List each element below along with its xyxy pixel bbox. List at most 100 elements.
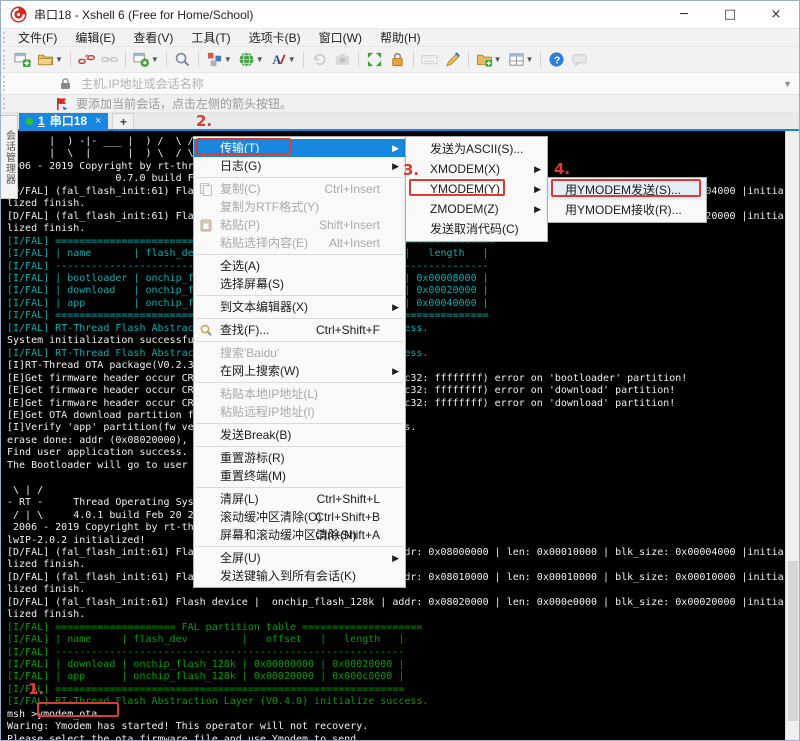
open-folder-icon[interactable]: ▼ [35, 49, 65, 70]
chevron-down-icon[interactable]: ▼ [526, 55, 534, 64]
paste-icon [199, 218, 213, 232]
flag-icon [55, 97, 69, 111]
context-menu-item-24[interactable]: 重置终端(M) [194, 467, 405, 485]
chevron-down-icon[interactable]: ▼ [494, 55, 502, 64]
step-3-label: 3. [403, 161, 419, 179]
menubar-item-0[interactable]: 文件(F) [9, 29, 66, 46]
terminal-line: [I/FAL] | app | onchip_flash_128k | 0x00… [7, 671, 785, 683]
compose-icon[interactable]: ▼ [204, 49, 234, 70]
terminal-line: msh >ymodem_ota [7, 709, 785, 721]
lock-icon [59, 77, 72, 90]
highlight-icon[interactable] [442, 49, 463, 70]
toolbar-separator [70, 51, 71, 68]
menu-item-label: 发送Break(B) [220, 428, 291, 442]
context-menu-item-4: 复制为RTF格式(Y) [194, 198, 405, 216]
new-session-icon[interactable] [12, 49, 33, 70]
title-bar: 串口18 - Xshell 6 (Free for Home/School) ─… [1, 1, 799, 29]
font-icon[interactable]: A▼ [268, 49, 298, 70]
chevron-down-icon[interactable]: ▼ [783, 79, 792, 89]
menu-item-label: 日志(G) [220, 159, 261, 173]
menu-bar: 文件(F)编辑(E)查看(V)工具(T)选项卡(B)窗口(W)帮助(H) [1, 29, 799, 47]
new-tab-button[interactable]: + [112, 113, 134, 129]
tab-close-icon[interactable]: × [95, 115, 101, 127]
toolbar-separator [540, 51, 541, 68]
step-1-label: 1. [28, 680, 44, 698]
highlight-box-command [37, 702, 119, 717]
context-menu-item-28[interactable]: 屏幕和滚动缓冲区清除(N)Ctrl+Shift+A [194, 526, 405, 544]
transfer-submenu-item-3[interactable]: ZMODEM(Z)▶ [406, 199, 547, 219]
tab-number: 1 [38, 114, 45, 128]
context-menu-item-8[interactable]: 全选(A) [194, 257, 405, 275]
chevron-down-icon[interactable]: ▼ [224, 55, 232, 64]
chevron-down-icon[interactable]: ▼ [151, 55, 159, 64]
menubar-item-6[interactable]: 帮助(H) [371, 29, 430, 46]
context-menu-item-1[interactable]: 日志(G) ▶ [194, 157, 405, 175]
menu-item-label: XMODEM(X) [430, 162, 500, 176]
context-menu-item-26[interactable]: 清屏(L)Ctrl+Shift+L [194, 490, 405, 508]
context-menu-item-11[interactable]: 到文本编辑器(X)▶ [194, 298, 405, 316]
menu-item-label: 查找(F)... [220, 323, 269, 337]
highlight-box-ymodem-send [551, 179, 701, 197]
session-manager-side-tab[interactable]: 会话管理器 [1, 115, 18, 199]
help-icon[interactable]: ? [546, 49, 567, 70]
address-bar[interactable]: 主机,IP地址或会话名称 ▼ [1, 73, 799, 95]
menubar-item-1[interactable]: 编辑(E) [66, 29, 124, 46]
xshell-logo-icon [10, 6, 27, 23]
context-menu-item-6: 粘贴选择内容(E)Alt+Insert [194, 234, 405, 252]
session-properties-icon[interactable]: ▼ [131, 49, 161, 70]
keyboard-icon [419, 49, 440, 70]
transfer-submenu-item-1[interactable]: XMODEM(X) ▶ [406, 159, 547, 179]
maximize-button[interactable]: □ [707, 1, 753, 28]
context-menu-item-27[interactable]: 滚动缓冲区清除(O)Ctrl+Shift+B [194, 508, 405, 526]
submenu-arrow-icon: ▶ [392, 298, 399, 316]
terminal-line: [I/FAL] --------------------------------… [7, 647, 785, 659]
encoding-globe-icon[interactable]: ▼ [236, 49, 266, 70]
find-icon[interactable] [172, 49, 193, 70]
menu-item-label: 发送键输入到所有会话(K) [220, 569, 356, 583]
close-button[interactable]: × [753, 1, 799, 28]
disconnect-icon[interactable] [76, 49, 97, 70]
tab-serial-18[interactable]: 1 串口18 × [19, 113, 108, 129]
context-menu-item-31[interactable]: 发送键输入到所有会话(K) [194, 567, 405, 585]
lock-icon[interactable] [387, 49, 408, 70]
context-menu-item-5: 粘贴(P)Shift+Insert [194, 216, 405, 234]
host-input-placeholder[interactable]: 主机,IP地址或会话名称 [81, 75, 204, 92]
context-menu-item-21[interactable]: 发送Break(B) [194, 426, 405, 444]
menu-find-icon [199, 323, 213, 337]
terminal-scrollbar[interactable] [785, 131, 799, 740]
submenu-arrow-icon: ▶ [534, 159, 541, 179]
menubar-item-4[interactable]: 选项卡(B) [240, 29, 310, 46]
toolbar-grip [3, 50, 6, 69]
transfer-submenu-item-0[interactable]: 发送为ASCII(S)... [406, 139, 547, 159]
context-menu-item-30[interactable]: 全屏(U)▶ [194, 549, 405, 567]
context-menu-item-13[interactable]: 查找(F)...Ctrl+Shift+F [194, 321, 405, 339]
window-title: 串口18 - Xshell 6 (Free for Home/School) [34, 6, 253, 23]
menu-item-label: 清屏(L) [220, 492, 259, 506]
tab-label: 串口18 [50, 114, 87, 128]
minimize-button[interactable]: ─ [661, 1, 707, 28]
submenu-arrow-icon: ▶ [392, 157, 399, 175]
transfer-submenu-item-4[interactable]: 发送取消代码(C) [406, 219, 547, 239]
ymodem-submenu-item-1[interactable]: 用YMODEM接收(R)... [548, 200, 706, 220]
menu-item-label: 在网上搜索(W) [220, 364, 299, 378]
menu-item-label: 复制(C) [220, 182, 261, 196]
menu-item-label: 全屏(U) [220, 551, 261, 565]
terminal-line: [I/FAL] | name | flash_dev | offset | le… [7, 634, 785, 646]
menubar-item-5[interactable]: 窗口(W) [310, 29, 371, 46]
context-menu-item-18: 粘贴本地IP地址(L) [194, 385, 405, 403]
context-menu-item-16[interactable]: 在网上搜索(W)▶ [194, 362, 405, 380]
layout-icon[interactable]: ▼ [506, 49, 536, 70]
menu-separator [196, 295, 403, 296]
chevron-down-icon[interactable]: ▼ [256, 55, 264, 64]
toolbar: ▼▼▼▼A▼▼▼? [1, 47, 799, 73]
chevron-down-icon[interactable]: ▼ [288, 55, 296, 64]
context-menu-item-23[interactable]: 重置游标(R) [194, 449, 405, 467]
new-file-icon[interactable]: ▼ [474, 49, 504, 70]
fullscreen-icon[interactable] [364, 49, 385, 70]
context-menu-item-9[interactable]: 选择屏幕(S) [194, 275, 405, 293]
scrollbar-thumb[interactable] [788, 561, 798, 721]
chevron-down-icon[interactable]: ▼ [55, 55, 63, 64]
menu-item-label: 粘贴选择内容(E) [220, 236, 308, 250]
menubar-item-2[interactable]: 查看(V) [124, 29, 182, 46]
menubar-item-3[interactable]: 工具(T) [182, 29, 239, 46]
